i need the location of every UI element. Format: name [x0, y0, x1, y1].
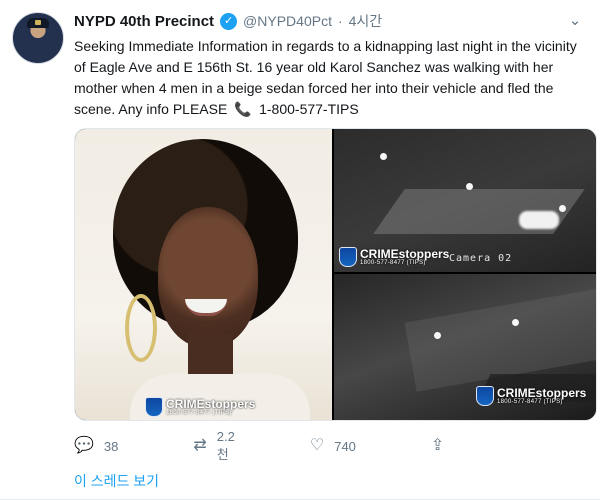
profile-avatar[interactable] — [12, 12, 64, 64]
share-button[interactable]: ⇪ — [431, 438, 444, 454]
camera-label: Camera 02 — [449, 253, 513, 264]
verified-icon: ✓ — [220, 12, 238, 30]
light-point — [380, 153, 387, 160]
retweet-icon: ⇄ — [193, 437, 207, 454]
crimestoppers-phone: 1800-577-8477 (TIPS) — [497, 399, 563, 405]
tweet-actions: 💬 38 ⇄ 2.2천 ♡ 740 ⇪ — [74, 429, 504, 462]
heart-icon: ♡ — [309, 437, 325, 454]
tweet-card[interactable]: NYPD 40th Precinct ✓ @NYPD40Pct · 4시간 ⌄ … — [0, 0, 600, 500]
surveillance-frame-bottom[interactable]: CRIMEstoppers 1800-577-8477 (TIPS) — [334, 274, 596, 420]
reply-count: 38 — [103, 438, 119, 454]
like-count: 740 — [334, 438, 356, 454]
light-point — [434, 332, 441, 339]
tweet-text: Seeking Immediate Information in regards… — [74, 36, 584, 120]
like-button[interactable]: ♡ 740 — [310, 438, 356, 454]
reply-icon: 💬 — [74, 437, 94, 454]
shield-icon — [476, 386, 494, 406]
separator-dot: · — [337, 13, 343, 29]
tweet-header: NYPD 40th Precinct ✓ @NYPD40Pct · 4시간 — [74, 10, 382, 32]
display-name[interactable]: NYPD 40th Precinct — [74, 13, 214, 30]
portrait-photo[interactable]: CRIMEstoppers 1800-577-8477 (TIPS) — [75, 129, 332, 420]
crimestoppers-label: CRIMEstoppers — [497, 386, 587, 400]
avatar-badge — [35, 20, 41, 25]
car-headlight-shape — [519, 211, 559, 229]
phone-icon: 📞 — [234, 101, 252, 117]
crimestoppers-text: CRIMEstoppers 1800-577-8477 (TIPS) — [497, 387, 586, 405]
view-thread-link[interactable]: 이 스레드 보기 — [74, 471, 159, 491]
light-point — [466, 183, 473, 190]
shield-icon — [339, 247, 357, 267]
crimestoppers-logo: CRIMEstoppers 1800-577-8477 (TIPS) — [339, 247, 449, 267]
tweet-media[interactable]: CRIMEstoppers 1800-577-8477 (TIPS) CRIME… — [74, 128, 597, 421]
crimestoppers-text: CRIMEstoppers 1800-577-8477 (TIPS) — [360, 248, 449, 266]
crimestoppers-logo: CRIMEstoppers 1800-577-8477 (TIPS) — [145, 397, 255, 417]
crimestoppers-label: CRIMEstoppers — [360, 247, 450, 261]
tweet-time[interactable]: 4시간 — [349, 11, 383, 31]
earring-shape — [125, 294, 157, 362]
crimestoppers-text: CRIMEstoppers 1800-577-8477 (TIPS) — [166, 398, 255, 416]
face-shape — [158, 207, 258, 347]
retweet-count: 2.2천 — [216, 429, 235, 462]
light-point — [559, 205, 566, 212]
crimestoppers-phone: 1800-577-8477 (TIPS) — [360, 260, 426, 266]
retweet-button[interactable]: ⇄ 2.2천 — [193, 429, 234, 463]
crimestoppers-label: CRIMEstoppers — [166, 397, 256, 411]
light-point — [512, 319, 519, 326]
crimestoppers-phone: 1800-577-8477 (TIPS) — [166, 410, 232, 416]
share-icon: ⇪ — [430, 437, 445, 454]
shield-icon — [145, 397, 163, 417]
tweet-phone-number: 1-800-577-TIPS — [259, 101, 359, 117]
surveillance-frame-top[interactable]: CRIMEstoppers 1800-577-8477 (TIPS) Camer… — [334, 129, 596, 272]
more-options-icon[interactable]: ⌄ — [566, 12, 584, 30]
reply-button[interactable]: 💬 38 — [74, 438, 118, 454]
user-handle[interactable]: @NYPD40Pct — [243, 13, 332, 29]
crimestoppers-logo: CRIMEstoppers 1800-577-8477 (TIPS) — [476, 386, 586, 406]
